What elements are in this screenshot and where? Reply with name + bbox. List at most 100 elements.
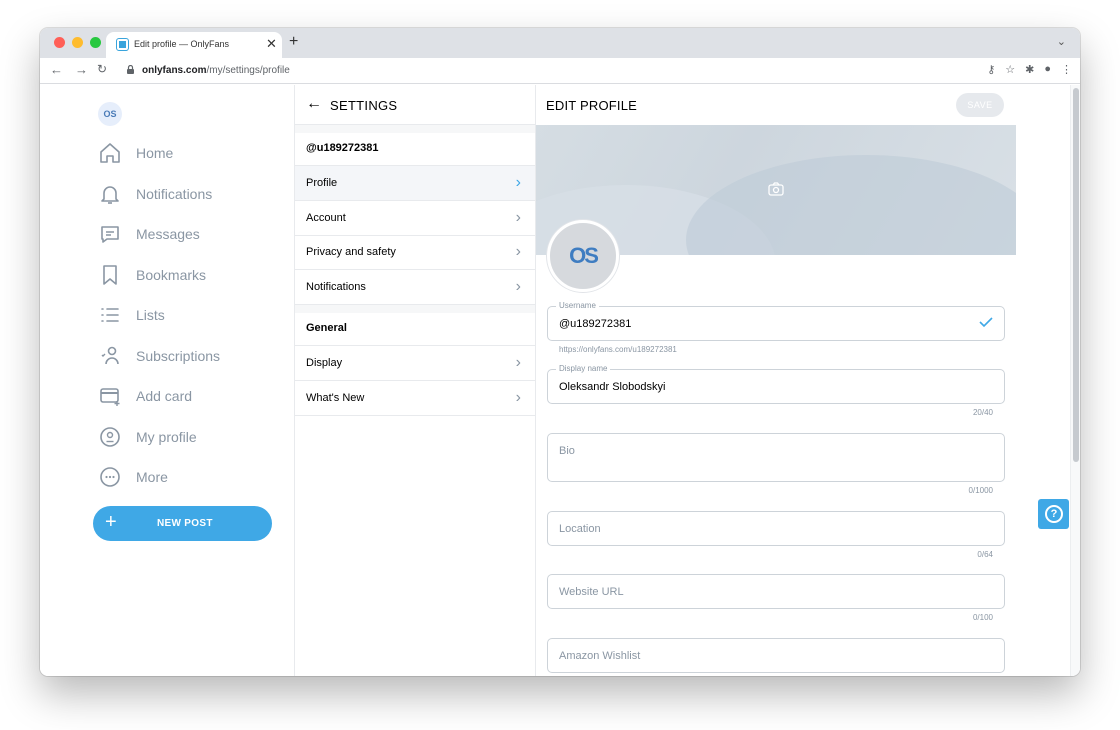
settings-item-account[interactable]: Account › (295, 201, 535, 236)
save-button[interactable]: SAVE (956, 93, 1004, 117)
chevron-right-icon: › (515, 389, 521, 406)
settings-item-label: Notifications (306, 281, 366, 293)
scrollbar[interactable] (1070, 85, 1080, 676)
nav-item-messages[interactable]: Messages (98, 220, 200, 248)
zoom-window-button[interactable] (90, 37, 101, 48)
lock-icon (127, 65, 134, 74)
nav-item-my-profile[interactable]: My profile (98, 423, 197, 451)
bio-placeholder: Bio (559, 445, 575, 457)
chevron-right-icon: › (515, 174, 521, 191)
amazon-wishlist-placeholder: Amazon Wishlist (559, 650, 641, 662)
key-icon[interactable]: ⚷ (987, 63, 995, 76)
back-arrow-icon[interactable]: ← (50, 62, 63, 77)
bio-field[interactable]: Bio (547, 433, 1005, 482)
edit-profile-header: EDIT PROFILE SAVE (536, 85, 1016, 125)
page-content: OS Home Notifications Messages Bookmarks… (40, 85, 1080, 676)
home-icon (100, 143, 120, 163)
tab-strip: Edit profile — OnlyFans ✕ + ⌄ (40, 28, 1080, 58)
location-field[interactable]: Location (547, 511, 1005, 546)
new-tab-button[interactable]: + (289, 33, 298, 51)
settings-item-notifications[interactable]: Notifications › (295, 270, 535, 305)
settings-item-label: Display (306, 357, 343, 369)
bio-counter: 0/1000 (968, 486, 993, 495)
username-field[interactable]: Username @u189272381 (547, 301, 1005, 341)
camera-icon[interactable] (768, 182, 784, 196)
profile-avatar[interactable]: OS (547, 220, 619, 292)
settings-section-label: General (306, 322, 347, 334)
browser-window: Edit profile — OnlyFans ✕ + ⌄ ← → ↻ only… (40, 28, 1080, 676)
edit-profile-panel: EDIT PROFILE SAVE OS Username @u18927238… (536, 85, 1016, 676)
list-icon (101, 308, 119, 322)
minimize-window-button[interactable] (72, 37, 83, 48)
chevron-right-icon: › (515, 243, 521, 260)
settings-title: SETTINGS (330, 98, 398, 113)
display-name-field[interactable]: Display name Oleksandr Slobodskyi (547, 364, 1005, 404)
forward-arrow-icon[interactable]: → (75, 62, 88, 77)
settings-item-whats-new[interactable]: What's New › (295, 381, 535, 416)
chevron-right-icon: › (515, 209, 521, 226)
display-name-legend: Display name (556, 364, 611, 373)
nav-item-bookmarks[interactable]: Bookmarks (98, 261, 206, 289)
bookmark-icon (103, 265, 117, 285)
settings-item-display[interactable]: Display › (295, 346, 535, 381)
check-icon (979, 317, 993, 328)
profile-url-hint: https://onlyfans.com/u189272381 (559, 345, 677, 354)
display-name-counter: 20/40 (972, 408, 993, 417)
settings-item-profile[interactable]: Profile › (295, 166, 535, 201)
settings-username: @u189272381 (306, 142, 379, 154)
banner-decoration (686, 155, 1016, 255)
website-url-placeholder: Website URL (559, 586, 624, 598)
nav-item-lists[interactable]: Lists (98, 301, 165, 329)
url-text: onlyfans.com/my/settings/profile (142, 65, 290, 76)
new-post-label: NEW POST (157, 518, 213, 529)
favicon-icon (117, 39, 128, 50)
settings-menu: ← SETTINGS @u189272381 Profile › Account… (295, 85, 536, 676)
menu-dots-icon[interactable]: ⋮ (1061, 63, 1072, 76)
amazon-wishlist-field[interactable]: Amazon Wishlist (547, 638, 1005, 673)
subscriptions-icon (101, 346, 119, 365)
chevron-right-icon: › (515, 354, 521, 371)
address-bar[interactable]: onlyfans.com/my/settings/profile (120, 62, 1040, 80)
account-icon[interactable]: ● (1044, 63, 1051, 76)
display-name-value: Oleksandr Slobodskyi (559, 381, 666, 393)
avatar-initials: OS (569, 243, 599, 268)
username-value: @u189272381 (559, 318, 632, 330)
website-url-counter: 0/100 (972, 613, 993, 622)
plus-icon: + (105, 511, 117, 533)
chevron-right-icon: › (515, 278, 521, 295)
close-window-button[interactable] (54, 37, 65, 48)
settings-general-header: General (295, 311, 535, 346)
message-icon (101, 226, 119, 243)
settings-item-label: Privacy and safety (306, 246, 396, 258)
page-title: EDIT PROFILE (546, 98, 638, 113)
nav-label: Messages (136, 226, 200, 242)
tab-title: Edit profile — OnlyFans (134, 39, 230, 49)
nav-item-more[interactable]: More (98, 463, 168, 491)
avatar[interactable]: OS (98, 102, 122, 126)
nav-item-notifications[interactable]: Notifications (98, 180, 212, 208)
browser-toolbar: ← → ↻ onlyfans.com/my/settings/profile ⚷… (40, 58, 1080, 84)
new-post-button[interactable]: + NEW POST (93, 506, 272, 541)
nav-label: Subscriptions (136, 348, 221, 364)
tab-close-icon[interactable]: ✕ (266, 36, 277, 52)
nav-item-add-card[interactable]: Add card (98, 382, 192, 410)
tab-search-chevron-icon[interactable]: ⌄ (1057, 35, 1066, 48)
window-controls (54, 37, 101, 48)
extensions-icon[interactable]: ✱ (1025, 63, 1034, 76)
reload-icon[interactable]: ↻ (97, 62, 107, 76)
back-arrow-icon[interactable]: ← (306, 95, 322, 113)
website-url-field[interactable]: Website URL (547, 574, 1005, 609)
nav-item-subscriptions[interactable]: Subscriptions (98, 342, 220, 370)
location-counter: 0/64 (977, 550, 993, 559)
settings-item-privacy[interactable]: Privacy and safety › (295, 235, 535, 270)
settings-header: ← SETTINGS (295, 85, 536, 125)
browser-tab[interactable]: Edit profile — OnlyFans ✕ (106, 32, 282, 58)
scrollbar-thumb[interactable] (1073, 88, 1079, 462)
star-icon[interactable]: ☆ (1005, 63, 1015, 76)
nav-label: Bookmarks (136, 267, 207, 283)
help-button[interactable]: ? (1038, 499, 1069, 529)
nav-label: My profile (136, 429, 197, 445)
nav-item-home[interactable]: Home (98, 139, 173, 167)
profile-icon (100, 427, 120, 447)
help-icon: ? (1045, 505, 1063, 523)
